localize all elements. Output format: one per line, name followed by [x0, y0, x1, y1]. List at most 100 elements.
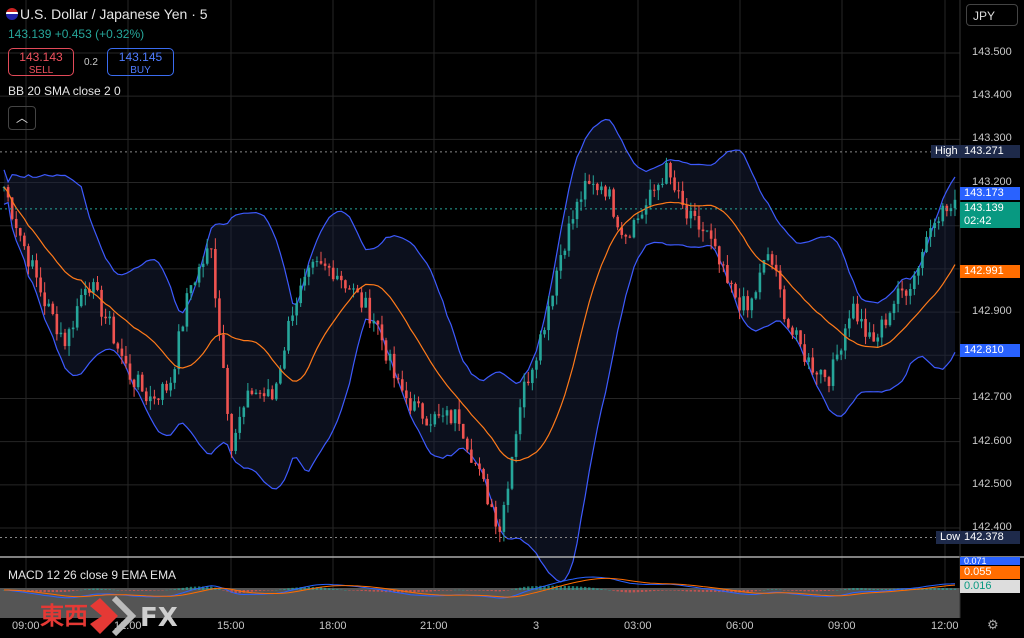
candle-body	[754, 292, 758, 299]
macd-histogram-bar	[941, 588, 944, 590]
candle-body	[693, 210, 697, 216]
macd-histogram-bar	[657, 590, 660, 591]
macd-histogram-bar	[80, 589, 83, 591]
gear-icon[interactable]: ⚙	[987, 617, 999, 633]
macd-histogram-bar	[636, 590, 640, 593]
candle-body	[242, 407, 246, 417]
candle-body	[445, 410, 449, 416]
sell-button[interactable]: 143.143 SELL	[8, 48, 74, 76]
candle-body	[417, 401, 420, 404]
macd-histogram-bar	[271, 590, 274, 591]
macd-histogram-bar	[279, 589, 282, 590]
candle-body	[185, 293, 189, 327]
macd-histogram-bar	[360, 590, 363, 592]
macd-histogram-bar	[161, 590, 164, 591]
candle-body	[14, 218, 18, 229]
candle-body	[100, 289, 103, 317]
buy-button[interactable]: 143.145 BUY	[107, 48, 174, 76]
macd-histogram-bar	[616, 590, 619, 592]
candle-body	[526, 381, 530, 384]
macd-histogram-bar	[689, 590, 693, 592]
macd-histogram-bar	[165, 589, 168, 591]
macd-value: 0.055	[960, 566, 1020, 579]
candle-body	[559, 255, 563, 271]
macd-histogram-bar	[173, 589, 176, 590]
candle-body	[222, 334, 225, 368]
symbol-title[interactable]: U.S. Dollar / Japanese Yen · 5	[20, 6, 208, 22]
candle-body	[376, 320, 380, 325]
macd-histogram-bar	[648, 590, 652, 592]
candle-body	[758, 272, 762, 293]
candle-body	[307, 267, 311, 277]
macd-histogram-bar	[262, 590, 266, 591]
candle-body	[937, 221, 941, 223]
macd-histogram-bar	[376, 590, 380, 592]
candle-body	[803, 344, 806, 362]
candle-body	[571, 219, 575, 224]
candle-body	[782, 289, 786, 320]
candle-body	[490, 504, 493, 507]
candle-body	[628, 236, 632, 238]
macd-histogram-bar	[169, 589, 172, 591]
candle-body	[864, 318, 867, 337]
candle-body	[177, 331, 181, 370]
candle-body	[340, 275, 343, 281]
candle-body	[67, 329, 71, 347]
macd-histogram-bar	[364, 590, 367, 592]
candle-body	[79, 294, 83, 307]
chevron-up-icon[interactable]: ︿	[8, 106, 36, 130]
macd-histogram-bar	[462, 589, 465, 591]
candle-body	[189, 285, 193, 294]
candle-body	[596, 183, 599, 191]
macd-histogram-bar	[250, 590, 254, 592]
candle-body	[547, 306, 550, 331]
candle-body	[254, 392, 258, 395]
candle-body	[461, 423, 465, 439]
macd-histogram-bar	[624, 590, 627, 593]
candle-body	[661, 183, 664, 185]
candle-body	[616, 216, 619, 228]
candle-body	[839, 350, 843, 355]
candle-body	[799, 330, 802, 345]
candle-body	[567, 223, 571, 251]
candle-body	[766, 254, 770, 261]
candle-body	[283, 350, 286, 369]
candle-body	[470, 449, 473, 463]
candle-body	[331, 267, 335, 280]
macd-histogram-bar	[275, 589, 278, 591]
macd-histogram-bar	[453, 589, 457, 591]
candle-body	[770, 254, 774, 265]
candle-body	[441, 415, 445, 417]
macd-histogram-bar	[413, 590, 416, 593]
candle-body	[644, 205, 648, 215]
macd-histogram-bar	[831, 590, 835, 591]
currency-button[interactable]: JPY	[966, 4, 1018, 26]
macd-histogram-bar	[665, 590, 668, 591]
high-value: 143.271	[960, 145, 1020, 158]
candle-body	[92, 282, 95, 293]
price-chart[interactable]	[0, 0, 1024, 638]
macd-histogram-bar	[795, 590, 798, 591]
macd-histogram-bar	[474, 590, 477, 591]
macd-histogram-bar	[860, 588, 863, 590]
candle-body	[266, 389, 270, 397]
candle-body	[482, 469, 485, 479]
macd-histogram-bar	[88, 588, 91, 590]
buy-label: BUY	[130, 65, 151, 76]
candle-body	[502, 505, 506, 532]
macd-histogram-bar	[482, 590, 485, 591]
candle-body	[543, 330, 546, 335]
macd-histogram-bar	[945, 588, 949, 590]
macd-histogram-bar	[132, 590, 136, 591]
macd-histogram-bar	[592, 587, 595, 590]
candle-body	[400, 379, 404, 391]
macd-histogram-bar	[579, 586, 583, 590]
y-tick-label: 142.700	[972, 391, 1012, 404]
candle-body	[726, 264, 729, 283]
macd-histogram-bar	[884, 589, 888, 590]
bb-indicator-label[interactable]: BB 20 SMA close 2 0	[8, 84, 121, 98]
macd-indicator-label[interactable]: MACD 12 26 close 9 EMA EMA	[8, 568, 176, 582]
candle-body	[384, 340, 388, 361]
macd-histogram-bar	[100, 588, 103, 590]
candle-body	[234, 432, 237, 451]
